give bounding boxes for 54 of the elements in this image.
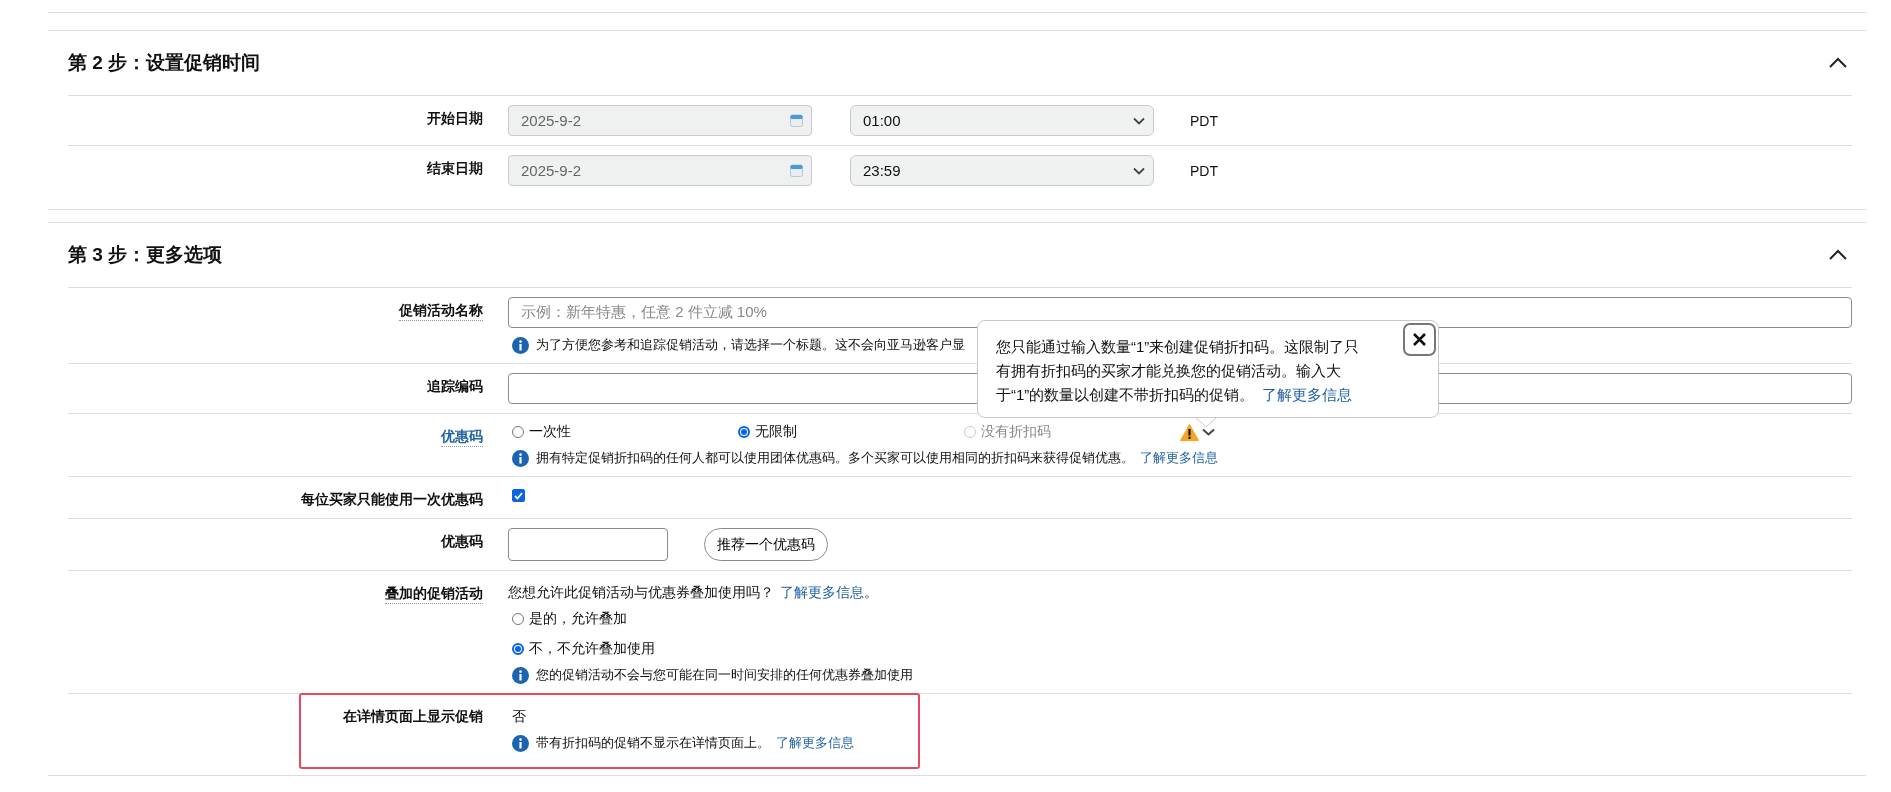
time-select[interactable]: 01:00 [850,105,1154,136]
section-title: 第 2 步：设置促销时间 [68,51,261,75]
info-icon [512,449,529,467]
calendar-icon [790,164,803,177]
checkbox[interactable] [512,489,525,502]
tooltip-text: 您只能通过输入数量“1”来创建促销折扣码。这限制了只有拥有折扣码的买家才能兑换您的促销活动。输入大于“1”的数量以创建不带折扣码的促销。 了解更多信息 [996,338,1360,403]
field-label: 优惠码 [441,533,483,551]
timezone-text: PDT [1190,162,1218,179]
radio-label: 不，不允许叠加使用 [529,640,655,658]
date-field[interactable]: 2025-9-2 [508,105,812,136]
field-label: 促销活动名称 [399,302,483,321]
radio-label: 无限制 [755,423,797,441]
radio-label: 是的，允许叠加 [529,610,627,628]
code-field[interactable] [508,528,668,561]
field-label: 追踪编码 [427,378,483,396]
chevron-up-icon[interactable] [1828,249,1848,261]
field-label: 每位买家只能使用一次优惠码 [301,491,483,509]
value-text: 否 [511,707,527,726]
time-select[interactable]: 23:59 [850,155,1154,186]
field-label: 叠加的促销活动 [385,585,483,604]
close-button[interactable] [1403,323,1436,356]
radio-button[interactable] [512,613,524,625]
field-label-link[interactable]: 优惠码 [441,428,483,447]
learn-more-link[interactable]: 了解更多信息 [776,735,854,750]
learn-more-link[interactable]: 了解更多信息 [1140,450,1218,465]
help-text: 拥有特定促销折扣码的任何人都可以使用团体优惠码。多个买家可以使用相同的折扣码来获得促销优惠。 了解更多信息 [536,449,1218,467]
radio-button[interactable] [512,643,524,655]
warning-icon[interactable] [1180,423,1199,441]
date-field[interactable]: 2025-9-2 [508,155,812,186]
chevron-down-icon[interactable] [1202,428,1215,436]
radio-button[interactable] [738,426,750,438]
chevron-up-icon[interactable] [1828,57,1848,69]
calendar-icon [790,114,803,127]
timezone-text: PDT [1190,112,1218,129]
section-title: 第 3 步：更多选项 [68,243,223,267]
field-label: 结束日期 [427,160,483,178]
radio-label: 一次性 [529,423,571,441]
help-text: 为了方便您参考和追踪促销活动，请选择一个标题。这不会向亚马逊客户显 [536,336,965,354]
info-icon [512,666,529,684]
chevron-down-icon [1133,116,1145,125]
question-text: 您想允许此促销活动与优惠券叠加使用吗？ 了解更多信息。 [508,583,879,602]
chevron-down-icon [1133,166,1145,175]
help-text: 带有折扣码的促销不显示在详情页面上。 了解更多信息 [536,734,854,752]
radio-button[interactable] [512,426,524,438]
info-icon [512,734,529,752]
radio-label: 没有折扣码 [981,423,1051,441]
suggest-code-button[interactable]: 推荐一个优惠码 [704,528,828,561]
field-label: 开始日期 [427,110,483,128]
help-text: 您的促销活动不会与您可能在同一时间安排的任何优惠券叠加使用 [536,666,913,684]
info-icon [512,336,529,354]
learn-more-link[interactable]: 了解更多信息 [1262,386,1353,403]
field-label: 在详情页面上显示促销 [343,708,483,726]
close-icon [1412,332,1427,347]
learn-more-link[interactable]: 了解更多信息 [780,584,864,600]
